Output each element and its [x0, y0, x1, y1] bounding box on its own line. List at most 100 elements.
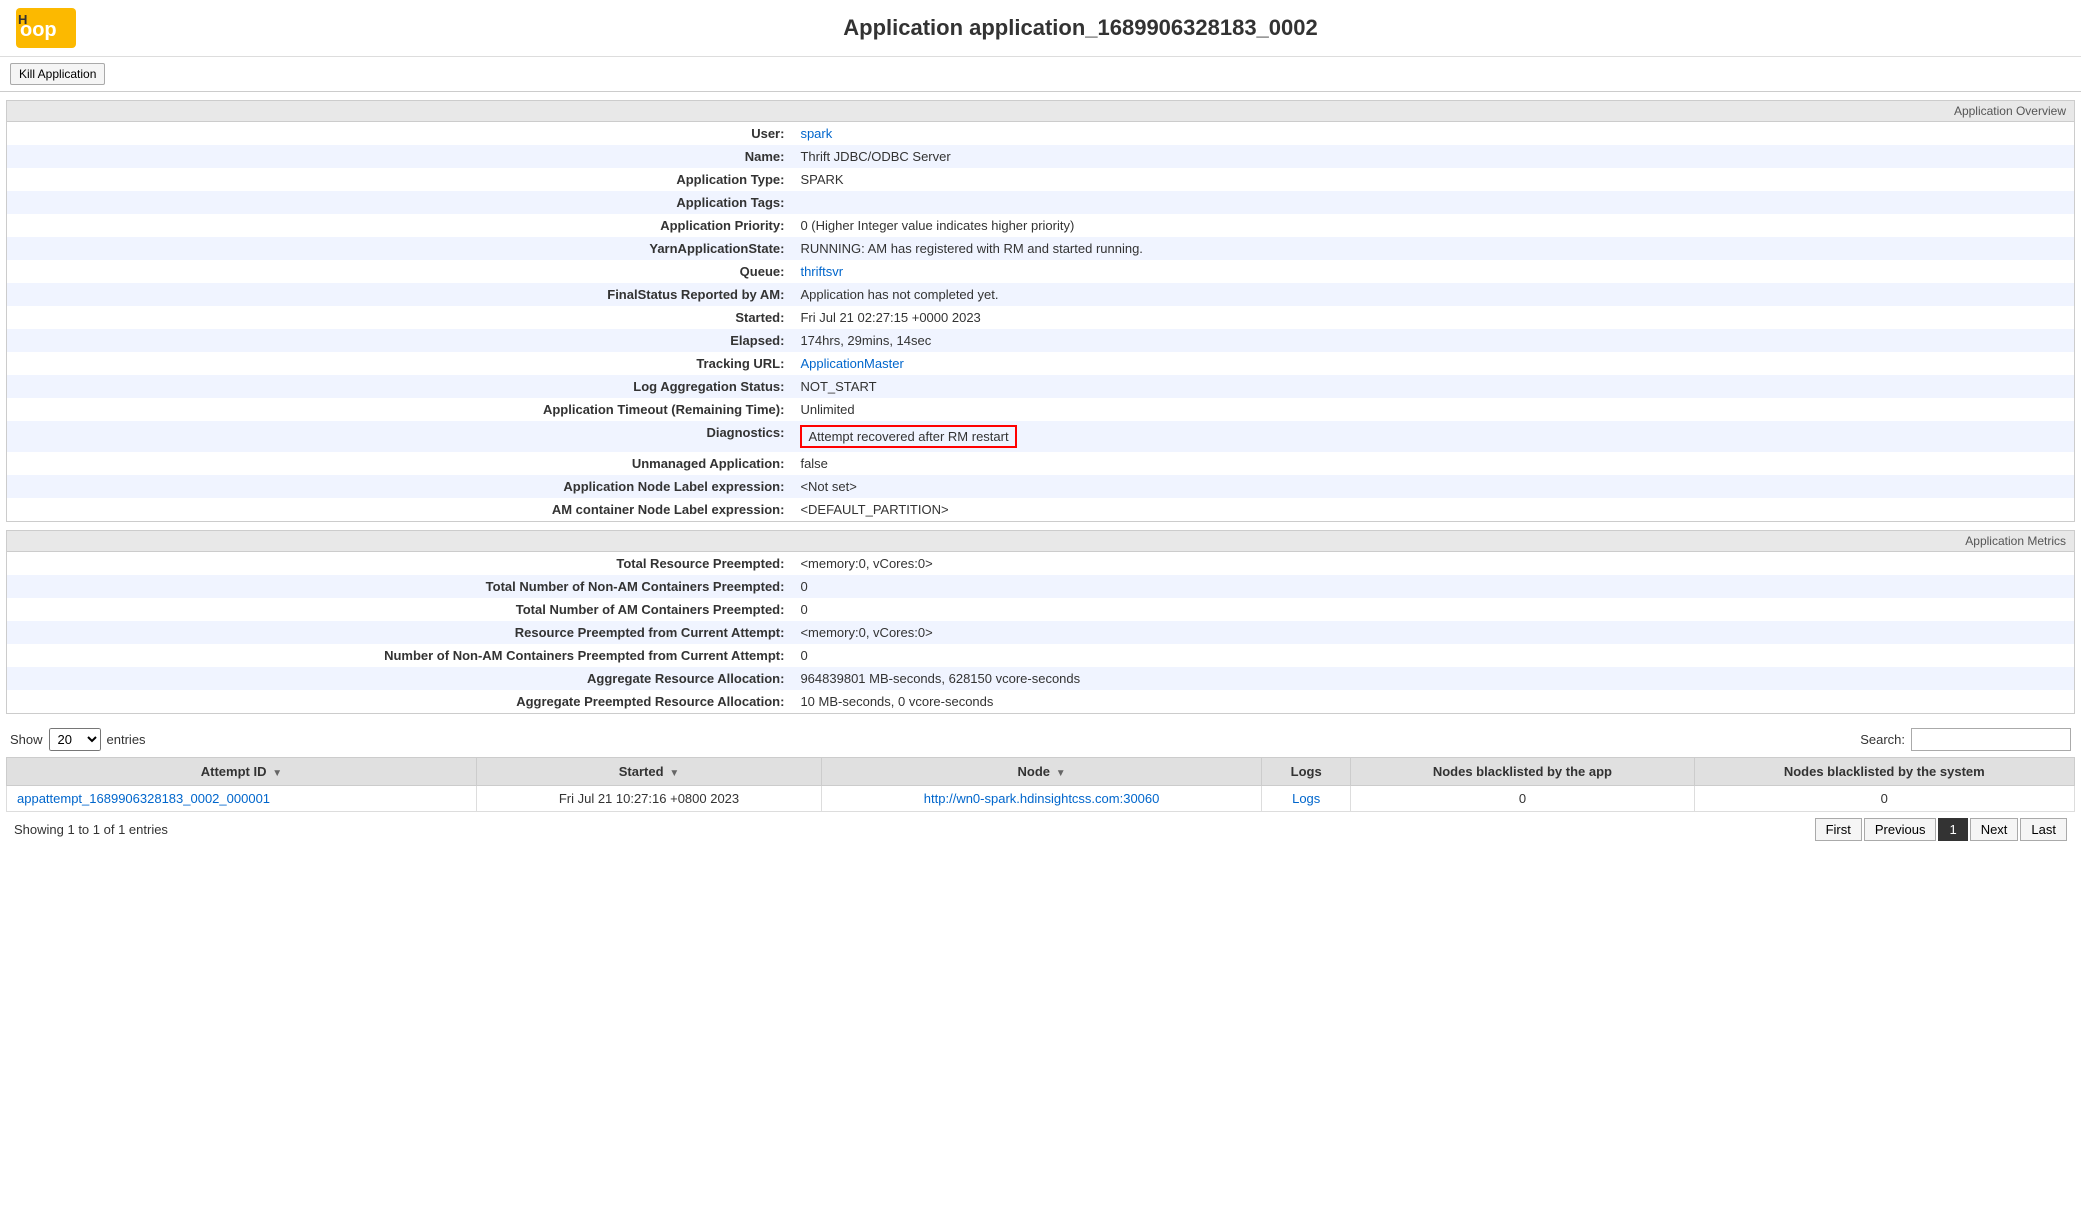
- overview-section-header: Application Overview: [7, 101, 2074, 122]
- metrics-section: Application Metrics Total Resource Preem…: [6, 530, 2075, 714]
- logs-link[interactable]: Logs: [1292, 791, 1320, 806]
- entries-label: entries: [107, 732, 146, 747]
- metrics-row-label: Total Number of Non-AM Containers Preemp…: [7, 575, 792, 598]
- overview-row-value: <DEFAULT_PARTITION>: [792, 498, 2074, 521]
- first-page-button[interactable]: First: [1815, 818, 1862, 841]
- metrics-row-label: Number of Non-AM Containers Preempted fr…: [7, 644, 792, 667]
- show-label: Show: [10, 732, 43, 747]
- overview-row-value[interactable]: thriftsvr: [792, 260, 2074, 283]
- overview-row-label: YarnApplicationState:: [7, 237, 792, 260]
- sort-icon: ▼: [269, 768, 282, 779]
- overview-row-value: SPARK: [792, 168, 2074, 191]
- attempt-id-cell[interactable]: appattempt_1689906328183_0002_000001: [7, 786, 477, 812]
- next-page-button[interactable]: Next: [1970, 818, 2019, 841]
- overview-row-value: Attempt recovered after RM restart: [792, 421, 2074, 452]
- metrics-row: Resource Preempted from Current Attempt:…: [7, 621, 2074, 644]
- metrics-row-label: Aggregate Resource Allocation:: [7, 667, 792, 690]
- page-title: Application application_1689906328183_00…: [96, 15, 2065, 41]
- metrics-row: Aggregate Preempted Resource Allocation:…: [7, 690, 2074, 713]
- overview-row: Elapsed:174hrs, 29mins, 14sec: [7, 329, 2074, 352]
- entries-select[interactable]: 102050100: [49, 728, 101, 751]
- current-page-button[interactable]: 1: [1938, 818, 1967, 841]
- overview-row-label: Application Type:: [7, 168, 792, 191]
- attempts-table-section: Show 102050100 entries Search: Attempt I…: [6, 722, 2075, 847]
- metrics-row-value: 10 MB-seconds, 0 vcore-seconds: [792, 690, 2074, 713]
- pagination-row: Showing 1 to 1 of 1 entries First Previo…: [6, 812, 2075, 847]
- search-label: Search:: [1860, 732, 1905, 747]
- overview-row-value: false: [792, 452, 2074, 475]
- metrics-row: Total Number of AM Containers Preempted:…: [7, 598, 2074, 621]
- metrics-row: Total Number of Non-AM Containers Preemp…: [7, 575, 2074, 598]
- overview-row: YarnApplicationState:RUNNING: AM has reg…: [7, 237, 2074, 260]
- overview-row: Log Aggregation Status:NOT_START: [7, 375, 2074, 398]
- metrics-row-label: Total Resource Preempted:: [7, 552, 792, 575]
- table-controls: Show 102050100 entries Search:: [6, 722, 2075, 757]
- attempts-table: Attempt ID ▼Started ▼Node ▼ Logs Nodes bla…: [6, 757, 2075, 812]
- overview-row: Name:Thrift JDBC/ODBC Server: [7, 145, 2074, 168]
- attempt-id-link[interactable]: appattempt_1689906328183_0002_000001: [17, 791, 270, 806]
- overview-row-label: User:: [7, 122, 792, 145]
- overview-row-label: Application Node Label expression:: [7, 475, 792, 498]
- kill-application-button[interactable]: Kill Application: [10, 63, 105, 85]
- overview-row: AM container Node Label expression:<DEFA…: [7, 498, 2074, 521]
- overview-row: FinalStatus Reported by AM:Application h…: [7, 283, 2074, 306]
- table-column-header[interactable]: Started ▼: [476, 758, 821, 786]
- overview-row-value: 0 (Higher Integer value indicates higher…: [792, 214, 2074, 237]
- overview-row: Application Priority:0 (Higher Integer v…: [7, 214, 2074, 237]
- overview-row-label: Unmanaged Application:: [7, 452, 792, 475]
- overview-row: Started:Fri Jul 21 02:27:15 +0000 2023: [7, 306, 2074, 329]
- overview-row-link[interactable]: spark: [800, 126, 832, 141]
- overview-row-value: Unlimited: [792, 398, 2074, 421]
- table-column-header: Nodes blacklisted by the app: [1351, 758, 1694, 786]
- overview-row-label: Application Tags:: [7, 191, 792, 214]
- node-cell[interactable]: http://wn0-spark.hdinsightcss.com:30060: [822, 786, 1262, 812]
- sort-icon: ▼: [667, 768, 680, 779]
- overview-row-label: Started:: [7, 306, 792, 329]
- hadoop-logo: oop H: [16, 8, 76, 48]
- pagination-buttons: First Previous 1 Next Last: [1815, 818, 2067, 841]
- overview-row-label: Queue:: [7, 260, 792, 283]
- overview-row: Queue: thriftsvr: [7, 260, 2074, 283]
- overview-row: User: spark: [7, 122, 2074, 145]
- overview-row-label: Application Priority:: [7, 214, 792, 237]
- overview-row-link[interactable]: thriftsvr: [800, 264, 843, 279]
- metrics-row-label: Resource Preempted from Current Attempt:: [7, 621, 792, 644]
- metrics-row: Aggregate Resource Allocation:964839801 …: [7, 667, 2074, 690]
- metrics-row-label: Total Number of AM Containers Preempted:: [7, 598, 792, 621]
- overview-row-label: AM container Node Label expression:: [7, 498, 792, 521]
- started-cell: Fri Jul 21 10:27:16 +0800 2023: [476, 786, 821, 812]
- show-entries-control: Show 102050100 entries: [10, 728, 146, 751]
- metrics-row-value: 964839801 MB-seconds, 628150 vcore-secon…: [792, 667, 2074, 690]
- overview-row-value: 174hrs, 29mins, 14sec: [792, 329, 2074, 352]
- logs-cell[interactable]: Logs: [1262, 786, 1351, 812]
- table-column-header: Nodes blacklisted by the system: [1694, 758, 2074, 786]
- overview-row-value: [792, 191, 2074, 214]
- previous-page-button[interactable]: Previous: [1864, 818, 1937, 841]
- blacklisted-system-cell: 0: [1694, 786, 2074, 812]
- table-column-header[interactable]: Attempt ID ▼: [7, 758, 477, 786]
- node-link[interactable]: http://wn0-spark.hdinsightcss.com:30060: [924, 791, 1160, 806]
- overview-row: Unmanaged Application:false: [7, 452, 2074, 475]
- overview-row: Application Node Label expression:<Not s…: [7, 475, 2074, 498]
- overview-table: User:sparkName:Thrift JDBC/ODBC ServerAp…: [7, 122, 2074, 521]
- overview-row: Application Tags:: [7, 191, 2074, 214]
- showing-text: Showing 1 to 1 of 1 entries: [14, 822, 168, 837]
- overview-row: Diagnostics:Attempt recovered after RM r…: [7, 421, 2074, 452]
- table-column-header[interactable]: Node ▼: [822, 758, 1262, 786]
- overview-row-label: Tracking URL:: [7, 352, 792, 375]
- search-area: Search:: [1860, 728, 2071, 751]
- metrics-row-value: 0: [792, 575, 2074, 598]
- overview-row-label: Application Timeout (Remaining Time):: [7, 398, 792, 421]
- overview-row-value[interactable]: ApplicationMaster: [792, 352, 2074, 375]
- overview-row-label: Log Aggregation Status:: [7, 375, 792, 398]
- blacklisted-app-cell: 0: [1351, 786, 1694, 812]
- overview-row-link[interactable]: ApplicationMaster: [800, 356, 903, 371]
- table-row: appattempt_1689906328183_0002_000001 Fri …: [7, 786, 2075, 812]
- overview-section: Application Overview User: spark Name:Thri…: [6, 100, 2075, 522]
- overview-row: Application Type:SPARK: [7, 168, 2074, 191]
- last-page-button[interactable]: Last: [2020, 818, 2067, 841]
- overview-row-label: Name:: [7, 145, 792, 168]
- overview-row-value[interactable]: spark: [792, 122, 2074, 145]
- diagnostics-box: Attempt recovered after RM restart: [800, 425, 1016, 448]
- search-input[interactable]: [1911, 728, 2071, 751]
